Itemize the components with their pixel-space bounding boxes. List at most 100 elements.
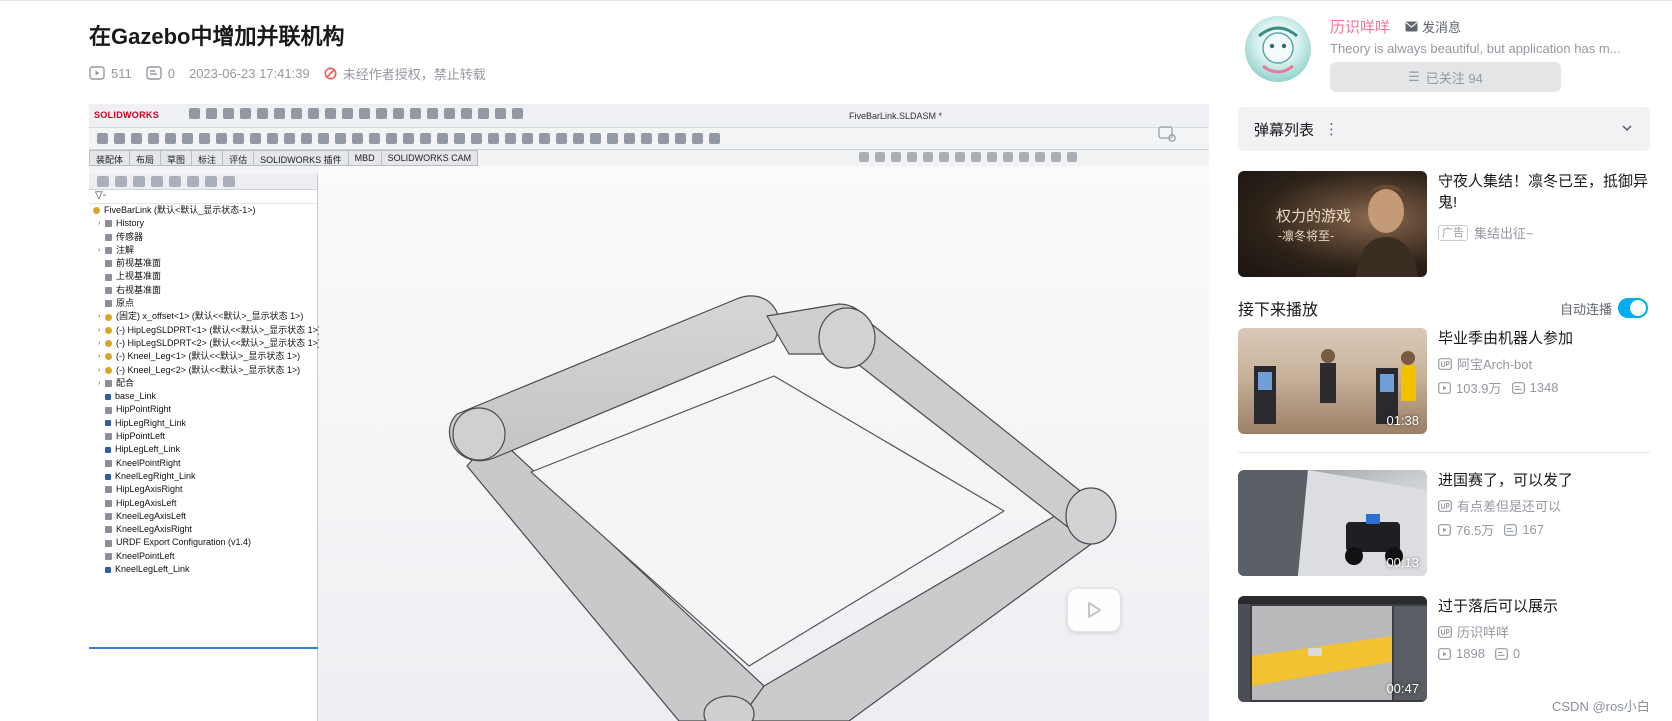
forbidden-icon — [324, 67, 337, 79]
send-message-button[interactable]: 发消息 — [1405, 17, 1461, 36]
tree-node[interactable]: › (-) HipLegSLDPRT<1> (默认<<默认>_显示状态 1>) — [89, 324, 321, 337]
recommended-video[interactable]: 00:47 过于落后可以展示 历识咩咩 1898 0 — [1238, 596, 1650, 703]
danmaku-icon — [1511, 381, 1525, 394]
chevron-down-icon[interactable] — [1620, 121, 1634, 135]
tree-node[interactable]: › (-) Kneel_Leg<2> (默认<<默认>_显示状态 1>) — [89, 364, 317, 377]
expand-arrow-icon[interactable]: › — [98, 364, 100, 377]
cast-icon[interactable] — [1158, 126, 1176, 142]
tree-node[interactable]: › 配合 — [89, 377, 317, 390]
solidworks-quick-toolbar — [189, 108, 523, 119]
five-bar-linkage-model — [448, 295, 1117, 721]
solidworks-tab[interactable]: 草图 — [160, 150, 193, 166]
video-stats: 76.5万 167 — [1438, 520, 1554, 539]
recommended-video[interactable]: 01:38 毕业季由机器人参加 阿宝Arch-bot 103.9万 1348 — [1238, 328, 1650, 435]
tree-node-label: 上视基准面 — [116, 271, 162, 282]
solidworks-filename: FiveBarLink.SLDASM * — [849, 111, 943, 121]
up-badge-icon — [1438, 499, 1452, 512]
tree-node[interactable]: › (固定) x_offset<1> (默认<<默认>_显示状态 1>) — [89, 310, 317, 323]
more-options-icon[interactable]: ⋮ — [1324, 120, 1339, 138]
solidworks-tab[interactable]: MBD — [347, 150, 382, 166]
ad-thumbnail[interactable]: 权力的游戏 -凛冬将至- — [1238, 171, 1427, 277]
tree-node-icon — [105, 233, 112, 241]
tree-node-label: HipLegAxisLeft — [116, 497, 177, 508]
video-thumbnail[interactable]: 00:47 — [1238, 596, 1427, 702]
tree-node[interactable]: HipPointRight — [89, 403, 317, 416]
solidworks-tab[interactable]: 评估 — [222, 150, 255, 166]
tree-node-label: 传感器 — [116, 231, 144, 242]
uploader-description: Theory is always beautiful, but applicat… — [1330, 41, 1621, 56]
tree-node[interactable]: › History — [89, 217, 317, 230]
tree-node[interactable]: 传感器 — [89, 231, 317, 244]
tree-node[interactable]: › 注解 — [89, 244, 317, 257]
ad-title[interactable]: 守夜人集结！凛冬已至，抵御异鬼! — [1438, 171, 1648, 213]
video-author[interactable]: 有点差但是还可以 — [1438, 496, 1561, 515]
tree-node-icon — [105, 353, 112, 361]
autoplay-switch[interactable] — [1618, 298, 1649, 318]
tree-node[interactable]: base_Link — [89, 390, 317, 403]
tree-node[interactable]: HipLegLeft_Link — [89, 443, 317, 456]
autoplay-toggle[interactable]: 自动连播 — [1560, 298, 1649, 318]
tree-node[interactable]: › (-) Kneel_Leg<1> (默认<<默认>_显示状态 1>) — [89, 350, 317, 363]
video-title[interactable]: 进国赛了，可以发了 — [1438, 470, 1648, 491]
expand-arrow-icon[interactable]: › — [98, 350, 100, 363]
expand-arrow-icon[interactable]: › — [98, 324, 100, 337]
tree-node[interactable]: URDF Export Configuration (v1.4) — [89, 536, 317, 549]
video-player[interactable]: SOLIDWORKS FiveBarLink.SLDASM * 装配体 布局 草图标… — [89, 104, 1209, 721]
top-border — [0, 0, 1672, 1]
tree-node[interactable]: HipLegAxisLeft — [89, 497, 317, 510]
video-thumbnail[interactable]: 00:13 — [1238, 470, 1427, 576]
tree-rollback-bar — [89, 647, 318, 649]
expand-arrow-icon[interactable]: › — [98, 217, 100, 230]
follow-button[interactable]: ☰ 已关注 94 — [1330, 62, 1561, 92]
tree-node[interactable]: 右视基准面 — [89, 284, 317, 297]
solidworks-tab[interactable]: SOLIDWORKS CAM — [380, 150, 479, 166]
tree-node-label: HipLegAxisRight — [116, 484, 183, 495]
tree-node[interactable]: HipLegRight_Link — [89, 417, 317, 430]
tree-node[interactable]: KneelLegLeft_Link — [89, 563, 317, 576]
tree-node-icon — [105, 300, 112, 308]
video-title[interactable]: 过于落后可以展示 — [1438, 596, 1648, 617]
expand-arrow-icon[interactable]: › — [98, 337, 100, 350]
tree-node[interactable]: KneelLegAxisRight — [89, 523, 317, 536]
video-author[interactable]: 阿宝Arch-bot — [1438, 354, 1532, 373]
tree-node[interactable]: KneelLegAxisLeft — [89, 510, 317, 523]
tree-node[interactable]: 原点 — [89, 297, 317, 310]
tree-node[interactable]: KneelLegRight_Link — [89, 470, 317, 483]
danmaku-list-panel[interactable]: 弹幕列表 ⋮ — [1238, 107, 1650, 151]
solidworks-tab[interactable]: 标注 — [191, 150, 224, 166]
play-button[interactable] — [1067, 588, 1121, 632]
video-author[interactable]: 历识咩咩 — [1438, 622, 1509, 641]
solidworks-tab[interactable]: 装配体 — [89, 150, 131, 166]
video-title[interactable]: 毕业季由机器人参加 — [1438, 328, 1648, 349]
tree-node-icon — [105, 446, 111, 453]
tree-node[interactable]: 上视基准面 — [89, 270, 317, 283]
tree-node[interactable]: KneelPointLeft — [89, 550, 317, 563]
tree-node-label: KneelLegAxisLeft — [116, 510, 187, 521]
ad-card[interactable]: 权力的游戏 -凛冬将至- 守夜人集结！凛冬已至，抵御异鬼! 广告 集结出征~ — [1238, 171, 1650, 278]
danmaku-icon — [1504, 523, 1518, 536]
danmaku-list-label: 弹幕列表 — [1254, 121, 1315, 139]
uploader-name[interactable]: 历识咩咩 — [1330, 16, 1390, 37]
tree-node[interactable]: FiveBarLink (默认<默认_显示状态-1>) — [89, 204, 317, 217]
uploader-avatar[interactable] — [1245, 16, 1311, 82]
tree-node[interactable]: HipPointLeft — [89, 430, 317, 443]
tree-node-label: FiveBarLink (默认<默认_显示状态-1>) — [104, 205, 256, 215]
recommended-video[interactable]: 00:13 进国赛了，可以发了 有点差但是还可以 76.5万 167 — [1238, 470, 1650, 577]
tree-node[interactable]: HipLegAxisRight — [89, 483, 317, 496]
tree-node[interactable]: KneelPointRight — [89, 457, 317, 470]
solidworks-tab[interactable]: 布局 — [129, 150, 162, 166]
danmaku-icon — [1495, 647, 1508, 660]
tree-node-icon — [105, 486, 112, 494]
danmaku-icon — [146, 66, 162, 80]
tree-node-label: 前视基准面 — [116, 258, 162, 269]
expand-arrow-icon[interactable]: › — [98, 244, 100, 257]
tree-node-icon — [93, 207, 100, 215]
expand-arrow-icon[interactable]: › — [98, 377, 100, 390]
tree-node-icon — [105, 313, 112, 321]
solidworks-tab[interactable]: SOLIDWORKS 插件 — [253, 150, 349, 166]
tree-node[interactable]: › (-) HipLegSLDPRT<2> (默认<<默认>_显示状态 1>) — [89, 337, 321, 350]
expand-arrow-icon[interactable]: › — [98, 310, 100, 323]
tree-node[interactable]: 前视基准面 — [89, 257, 317, 270]
feature-manager-tree: ▽- FiveBarLink (默认<默认_显示状态-1>) › History 传感… — [89, 174, 321, 721]
video-thumbnail[interactable]: 01:38 — [1238, 328, 1427, 434]
